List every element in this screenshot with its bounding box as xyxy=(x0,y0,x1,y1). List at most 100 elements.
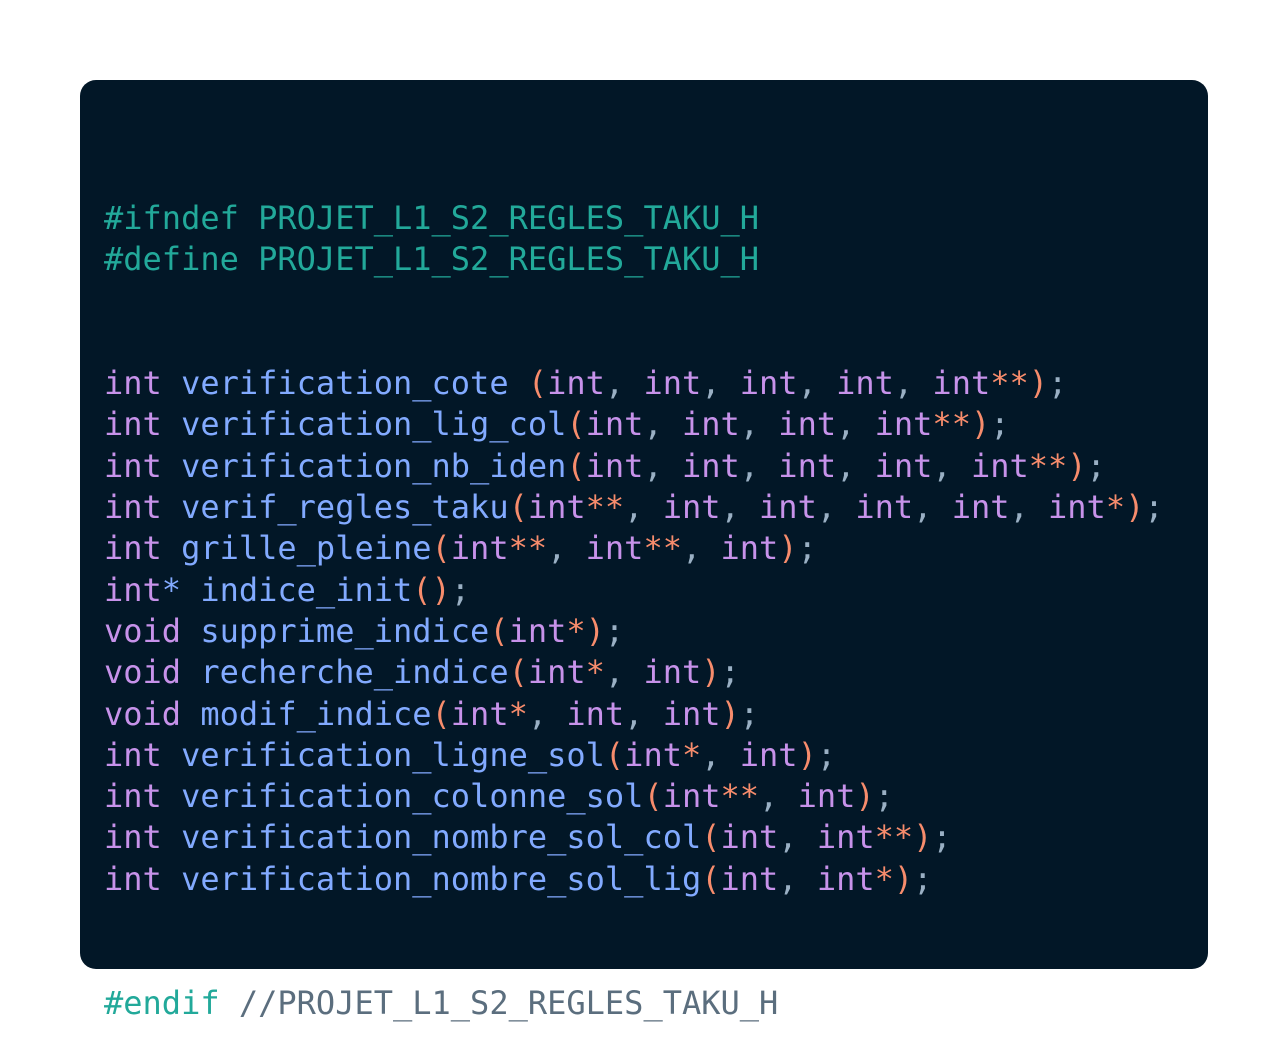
code-token-punct: , xyxy=(624,694,644,733)
code-token-paren: ) xyxy=(701,653,721,692)
code-line: int grille_pleine(int**, int**, int); xyxy=(104,528,1164,569)
code-token-punct: , xyxy=(893,364,914,403)
code-token-punct: , xyxy=(778,818,798,857)
code-token-punct: , xyxy=(797,364,817,403)
code-token-paren: ( xyxy=(604,735,625,774)
code-token-paren: ) xyxy=(893,859,914,898)
code-token-paren: ( xyxy=(489,611,509,650)
code-token-type: int xyxy=(874,405,933,444)
code-token-punct: ; xyxy=(1144,488,1164,527)
code-token-macro: PROJET_L1_S2_REGLES_TAKU_H xyxy=(258,199,760,237)
code-token-func: verification_cote xyxy=(181,364,509,403)
code-token-type: int xyxy=(816,818,875,857)
code-token-star: * xyxy=(874,859,894,898)
code-token-paren: ) xyxy=(778,529,798,568)
code-token-type: int xyxy=(566,694,625,733)
code-token-star: ** xyxy=(508,529,548,568)
code-token-comment: //PROJET_L1_S2_REGLES_TAKU_H xyxy=(238,983,779,1022)
code-line: void modif_indice(int*, int, int); xyxy=(104,694,1164,735)
code-token-type: int xyxy=(104,364,162,403)
code-token-type: int xyxy=(739,735,798,774)
code-line: int verification_ligne_sol(int*, int); xyxy=(104,735,1164,776)
code-token-directive: #endif xyxy=(104,983,220,1022)
code-line: int verification_nombre_sol_col(int, int… xyxy=(104,817,1164,858)
code-token-type: int xyxy=(662,488,721,527)
code-token-type: int xyxy=(855,488,914,527)
code-token-type: int xyxy=(547,364,605,403)
code-token-type: int xyxy=(759,488,817,527)
code-token-func: recherche_indice xyxy=(200,653,509,692)
code-line: int* indice_init(); xyxy=(104,570,1164,611)
code-token-type: int xyxy=(662,694,721,733)
code-token-paren: ) xyxy=(1028,364,1049,403)
code-token-type: void xyxy=(104,694,182,733)
code-token-type: int xyxy=(778,405,837,444)
code-token-func: verification_ligne_sol xyxy=(181,735,605,774)
code-token-type: int xyxy=(585,446,644,485)
code-token-type: int xyxy=(624,735,682,774)
code-token-type: int xyxy=(720,818,779,857)
code-token-punct: , xyxy=(643,446,663,485)
code-token-paren: ) xyxy=(720,694,740,733)
code-token-type: int xyxy=(970,446,1029,485)
code-line: void supprime_indice(int*); xyxy=(104,611,1164,652)
code-token-type: int xyxy=(681,446,740,485)
code-token-star: ** xyxy=(990,364,1029,403)
code-token-punct: ; xyxy=(990,405,1010,444)
code-token-type: int xyxy=(1048,488,1106,527)
code-token-type: int xyxy=(508,611,567,650)
code-token-punct: , xyxy=(720,488,740,527)
code-token-punct: , xyxy=(604,364,625,403)
code-token-type: int xyxy=(720,529,779,568)
code-token-punct: , xyxy=(701,364,721,403)
code-token-paren: ( xyxy=(566,446,586,485)
code-token-paren: ) xyxy=(970,405,991,444)
code-token-punct: , xyxy=(739,446,760,485)
code-snippet-card: #ifndef PROJET_L1_S2_REGLES_TAKU_H #defin… xyxy=(80,80,1208,1022)
code-token-star: ** xyxy=(643,529,682,568)
code-token-type: int xyxy=(585,405,644,444)
code-token-paren: ( xyxy=(643,777,663,816)
code-token-star: * xyxy=(508,694,528,733)
code-body: #ifndef PROJET_L1_S2_REGLES_TAKU_H #defin… xyxy=(104,198,1164,1024)
code-token-paren: ) xyxy=(855,777,875,816)
code-line: void recherche_indice(int*, int); xyxy=(104,652,1164,693)
code-line: #define PROJET_L1_S2_REGLES_TAKU_H xyxy=(104,239,1164,280)
code-token-type: void xyxy=(104,653,182,692)
code-token-star: * xyxy=(585,653,605,692)
code-token-type: int xyxy=(797,777,856,816)
code-token-punct: , xyxy=(1009,488,1029,527)
code-token-type: int xyxy=(104,529,162,568)
code-token-type: int xyxy=(932,364,991,403)
code-token-func: supprime_indice xyxy=(200,611,490,650)
code-token-func: verification_colonne_sol xyxy=(181,777,644,816)
code-token-type: int xyxy=(104,405,162,444)
code-token-func: verification_lig_col xyxy=(181,405,567,444)
code-token-type: int xyxy=(739,364,798,403)
code-token-type: int xyxy=(104,818,162,857)
code-token-type: int xyxy=(450,694,509,733)
code-token-func: verif_regles_taku xyxy=(181,488,509,527)
